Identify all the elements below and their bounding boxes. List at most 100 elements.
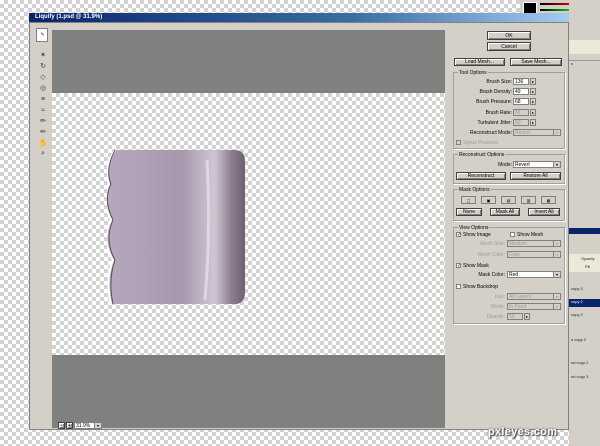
- layer-name: d copy 2: [571, 337, 587, 342]
- brush-pressure-dropdown[interactable]: ▸: [530, 98, 536, 105]
- layer-row[interactable]: nd copy 3: [569, 374, 600, 379]
- layer-row[interactable]: copy 2: [569, 312, 600, 317]
- chevron-down-icon: ▾: [553, 294, 560, 299]
- invert-all-button[interactable]: Invert All: [528, 208, 560, 216]
- zoom-out-button[interactable]: -: [58, 422, 65, 429]
- layer-row[interactable]: nd copy 2: [569, 360, 600, 365]
- reconstruct-options-mode-select[interactable]: Revert ▾: [513, 161, 561, 168]
- panel-titlebar: [569, 228, 600, 234]
- zoom-level-value: 31.9%: [76, 423, 91, 429]
- mask-intersect-icon[interactable]: ▥: [521, 196, 536, 204]
- brush-size-label: Brush Size:: [486, 79, 512, 85]
- zoom-bar: - + 31.9% ▾: [52, 421, 445, 430]
- backdrop-opacity-label: Opacity:: [486, 314, 505, 320]
- turbulent-jitter-dropdown[interactable]: ▸: [530, 119, 536, 126]
- reconstruct-options-title: Reconstruct Options: [458, 152, 506, 158]
- layer-name: copy 2: [571, 299, 583, 304]
- brush-size-dropdown[interactable]: ▸: [530, 78, 536, 85]
- liquify-toolbar: ✎ ✶ ↻ ◇ ◎ ≡ ≈ ✏ ✏ ✋ ⌕: [36, 28, 50, 157]
- brush-rate-label: Brush Rate:: [485, 110, 512, 116]
- panel-row-text: x: [571, 61, 573, 66]
- brush-density-dropdown[interactable]: ▸: [530, 88, 536, 95]
- layer-name: nd copy 3: [571, 374, 589, 379]
- mesh-size-label: Mesh Size:: [480, 241, 505, 247]
- mask-color-select[interactable]: Red ▾: [507, 271, 561, 278]
- panel-row: x: [569, 60, 600, 66]
- panel-row: [569, 40, 600, 54]
- layer-row[interactable]: d copy 2: [569, 337, 600, 342]
- show-mask-checkbox[interactable]: ✓: [456, 263, 461, 269]
- layer-row-selected[interactable]: copy 2: [569, 299, 600, 307]
- mask-none-button[interactable]: None: [456, 208, 482, 216]
- show-mesh-checkbox[interactable]: [510, 232, 515, 237]
- opacity-label: Opacity: [581, 256, 595, 261]
- layer-row[interactable]: copy 3: [569, 286, 600, 291]
- brush-size-input[interactable]: 136: [513, 78, 529, 85]
- turbulent-jitter-input[interactable]: 50: [513, 119, 529, 126]
- backdrop-mode-value: In Front: [509, 304, 527, 310]
- reconstruct-mode-select[interactable]: Revert ▾: [513, 129, 561, 136]
- backdrop-mode-select[interactable]: In Front ▾: [507, 303, 561, 310]
- load-mesh-button[interactable]: Load Mesh...: [454, 58, 505, 66]
- mesh-color-value: Gray: [509, 252, 520, 258]
- stylus-pressure-checkbox[interactable]: [456, 140, 461, 145]
- chevron-down-icon: ▾: [553, 241, 560, 246]
- restore-all-button[interactable]: Restore All: [510, 172, 561, 180]
- mask-add-icon[interactable]: ▣: [481, 196, 496, 204]
- brush-rate-input[interactable]: 80: [513, 109, 529, 116]
- backdrop-use-select[interactable]: All Layers ▾: [507, 293, 561, 300]
- show-backdrop-checkbox[interactable]: [456, 284, 461, 289]
- mesh-color-label: Mesh Color:: [478, 252, 505, 258]
- dialog-titlebar[interactable]: Liquify (1.psd @ 31.9%): [29, 13, 569, 22]
- panel-row: Opacity Fill: [569, 254, 600, 272]
- chevron-down-icon: ▾: [94, 423, 101, 428]
- chevron-down-icon: ▾: [553, 304, 560, 309]
- show-image-label: Show Image: [463, 232, 491, 238]
- mask-color-label: Mask Color:: [478, 272, 505, 278]
- brush-density-label: Brush Density:: [479, 89, 512, 95]
- show-image-checkbox[interactable]: ✓: [456, 232, 461, 238]
- show-backdrop-label: Show Backdrop: [463, 284, 499, 290]
- mask-options-group: Mask Options: [453, 187, 565, 221]
- show-mask-label: Show Mask: [463, 263, 489, 269]
- chevron-down-icon: ▾: [553, 272, 560, 277]
- backdrop-mode-label: Mode:: [491, 304, 505, 310]
- brush-pressure-input[interactable]: 68: [513, 98, 529, 105]
- chevron-down-icon: ▾: [553, 130, 560, 135]
- backdrop-use-value: All Layers: [509, 294, 531, 300]
- layer-name: nd copy 2: [571, 360, 589, 365]
- layer-name: copy 3: [571, 286, 583, 291]
- mask-replace-icon[interactable]: ▢: [461, 196, 476, 204]
- reconstruct-button[interactable]: Reconstruct: [456, 172, 506, 180]
- view-options-title: View Options: [458, 225, 490, 231]
- backdrop-opacity-dropdown[interactable]: ▸: [524, 313, 530, 320]
- zoom-tool-icon[interactable]: ⌕: [36, 148, 50, 160]
- zoom-in-button[interactable]: +: [66, 422, 73, 429]
- fill-label: Fill: [585, 264, 591, 269]
- stylus-pressure-label: Stylus Pressure: [463, 140, 499, 146]
- tool-options-title: Tool Options: [458, 70, 488, 76]
- zoom-level-select[interactable]: 31.9% ▾: [74, 422, 102, 429]
- layers-panel: x Opacity Fill copy 3 copy 2 copy 2 d co…: [569, 0, 600, 446]
- liquified-image-layer: [107, 150, 245, 304]
- mesh-size-value: Medium: [509, 241, 527, 247]
- cancel-button[interactable]: Cancel: [487, 42, 531, 51]
- backdrop-opacity-input[interactable]: 50: [507, 313, 523, 320]
- mask-subtract-icon[interactable]: ▤: [501, 196, 516, 204]
- mask-options-title: Mask Options: [458, 187, 491, 193]
- turbulent-jitter-label: Turbulent Jitter:: [477, 120, 512, 126]
- show-mesh-label: Show Mesh: [517, 232, 544, 238]
- save-mesh-button[interactable]: Save Mesh...: [510, 58, 562, 66]
- mesh-color-select[interactable]: Gray ▾: [507, 251, 561, 258]
- mask-all-button[interactable]: Mask All: [490, 208, 520, 216]
- chevron-down-icon: ▾: [553, 252, 560, 257]
- brush-pressure-label: Brush Pressure:: [476, 99, 512, 105]
- mesh-size-select[interactable]: Medium ▾: [507, 240, 561, 247]
- forward-warp-tool-icon[interactable]: ✎: [36, 28, 48, 42]
- brush-rate-dropdown[interactable]: ▸: [530, 109, 536, 116]
- ok-button[interactable]: OK: [487, 31, 531, 40]
- watermark-text: pxleyes.com: [488, 426, 558, 438]
- mask-color-value: Red: [509, 272, 519, 278]
- brush-density-input[interactable]: 49: [513, 88, 529, 95]
- mask-invert-icon[interactable]: ▦: [541, 196, 556, 204]
